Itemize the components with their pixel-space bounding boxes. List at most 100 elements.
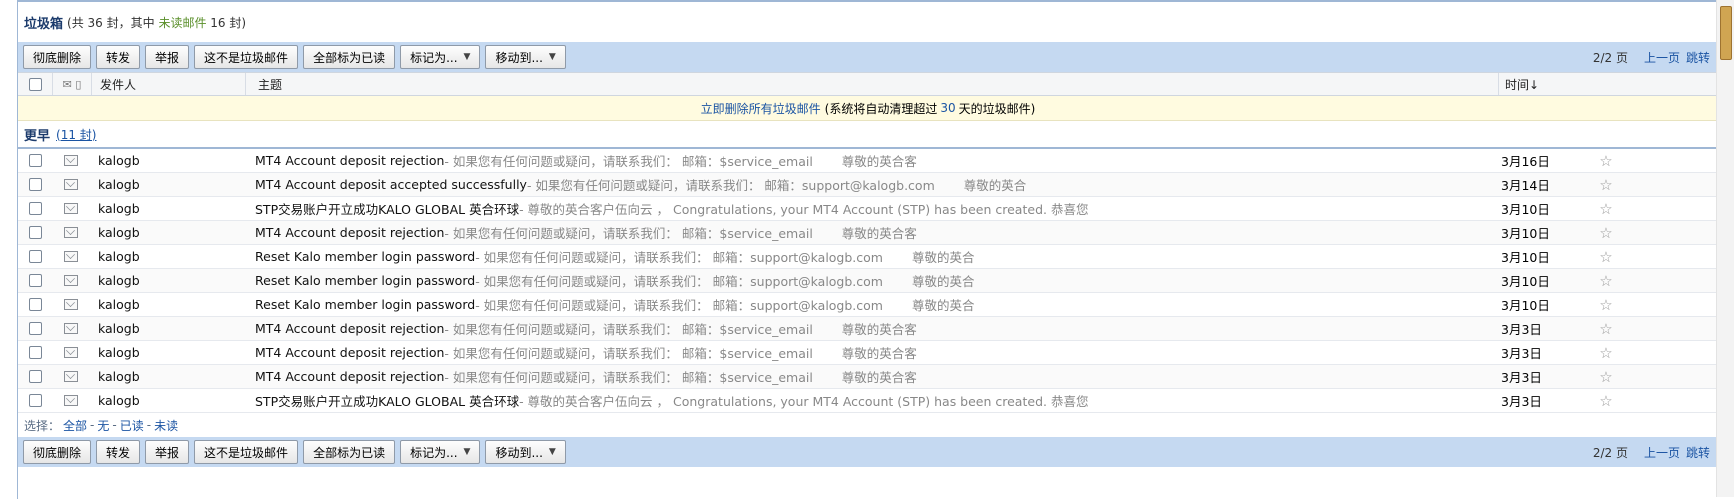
row-checkbox[interactable] [28,226,42,239]
email-row[interactable]: kalogb Reset Kalo member login password -… [18,293,1718,317]
jump-link[interactable]: 跳转 [1686,444,1710,461]
star-icon[interactable]: ☆ [1599,152,1612,170]
star-icon[interactable]: ☆ [1599,320,1612,338]
row-subject-cell[interactable]: STP交易账户开立成功KALO GLOBAL 英合环球 - 尊敬的英合客户伍向云… [243,389,1495,412]
row-checkbox[interactable] [28,202,42,215]
email-row[interactable]: kalogb STP交易账户开立成功KALO GLOBAL 英合环球 - 尊敬的英… [18,197,1718,221]
forward-button[interactable]: 转发 [96,440,141,464]
email-row[interactable]: kalogb STP交易账户开立成功KALO GLOBAL 英合环球 - 尊敬的英… [18,389,1718,413]
row-checkbox[interactable] [28,394,42,407]
group-count[interactable]: (11 封) [56,126,96,143]
scrollbar-thumb[interactable] [1720,6,1732,60]
row-subject-cell[interactable]: MT4 Account deposit rejection - 如果您有任何问题… [243,341,1495,364]
row-sender[interactable]: kalogb [90,365,243,388]
select-none-link[interactable]: 无 [97,417,109,434]
row-subject[interactable]: Reset Kalo member login password [255,297,475,312]
row-subject[interactable]: MT4 Account deposit accepted successfull… [255,177,527,192]
not-spam-button[interactable]: 这不是垃圾邮件 [194,45,299,69]
row-checkbox[interactable] [28,346,42,359]
row-subject-cell[interactable]: MT4 Account deposit accepted successfull… [243,173,1495,196]
star-icon[interactable]: ☆ [1599,344,1612,362]
row-subject-cell[interactable]: MT4 Account deposit rejection - 如果您有任何问题… [243,221,1495,244]
row-subject[interactable]: MT4 Account deposit rejection [255,369,444,384]
move-to-dropdown[interactable]: 移动到... ▼ [485,45,566,69]
select-all-link[interactable]: 全部 [63,417,87,434]
row-subject[interactable]: MT4 Account deposit rejection [255,321,444,336]
star-icon[interactable]: ☆ [1599,272,1612,290]
email-row[interactable]: kalogb MT4 Account deposit accepted succe… [18,173,1718,197]
row-sender[interactable]: kalogb [90,341,243,364]
star-icon[interactable]: ☆ [1599,296,1612,314]
not-spam-button[interactable]: 这不是垃圾邮件 [194,440,299,464]
row-subject[interactable]: MT4 Account deposit rejection [255,153,444,168]
row-sender[interactable]: kalogb [90,389,243,412]
row-sender[interactable]: kalogb [90,269,243,292]
row-checkbox[interactable] [28,370,42,383]
mark-as-dropdown[interactable]: 标记为... ▼ [400,440,481,464]
email-row[interactable]: kalogb MT4 Account deposit rejection - 如果… [18,221,1718,245]
jump-link[interactable]: 跳转 [1686,49,1710,66]
email-row[interactable]: kalogb Reset Kalo member login password -… [18,269,1718,293]
delete-permanently-button[interactable]: 彻底删除 [23,440,92,464]
star-icon[interactable]: ☆ [1599,176,1612,194]
row-sender[interactable]: kalogb [90,245,243,268]
star-icon[interactable]: ☆ [1599,224,1612,242]
mark-as-dropdown[interactable]: 标记为... ▼ [400,45,481,69]
row-check-cell [18,226,52,239]
mark-all-read-button[interactable]: 全部标为已读 [303,440,396,464]
row-subject-cell[interactable]: STP交易账户开立成功KALO GLOBAL 英合环球 - 尊敬的英合客户伍向云… [243,197,1495,220]
email-row[interactable]: kalogb Reset Kalo member login password -… [18,245,1718,269]
row-subject[interactable]: STP交易账户开立成功KALO GLOBAL 英合环球 [255,391,519,410]
prev-page-link[interactable]: 上一页 [1644,49,1680,66]
email-row[interactable]: kalogb MT4 Account deposit rejection - 如果… [18,317,1718,341]
row-sender[interactable]: kalogb [90,197,243,220]
row-subject-cell[interactable]: Reset Kalo member login password - 如果您有任… [243,245,1495,268]
delete-permanently-button[interactable]: 彻底删除 [23,45,92,69]
row-checkbox[interactable] [28,154,42,167]
row-checkbox[interactable] [28,250,42,263]
star-icon[interactable]: ☆ [1599,392,1612,410]
move-to-dropdown[interactable]: 移动到... ▼ [485,440,566,464]
row-subject[interactable]: MT4 Account deposit rejection [255,345,444,360]
time-header[interactable]: 时间↓ [1498,73,1590,95]
row-sender[interactable]: kalogb [90,317,243,340]
star-icon[interactable]: ☆ [1599,200,1612,218]
email-row[interactable]: kalogb MT4 Account deposit rejection - 如果… [18,341,1718,365]
row-subject-cell[interactable]: MT4 Account deposit rejection - 如果您有任何问题… [243,365,1495,388]
email-row[interactable]: kalogb MT4 Account deposit rejection - 如果… [18,149,1718,173]
delete-all-spam-link[interactable]: 立即删除所有垃圾邮件 [701,100,821,117]
row-subject-cell[interactable]: MT4 Account deposit rejection - 如果您有任何问题… [243,317,1495,340]
select-unread-link[interactable]: 未读 [154,417,178,434]
select-all-checkbox[interactable] [28,77,42,91]
row-subject[interactable]: MT4 Account deposit rejection [255,225,444,240]
subject-header[interactable]: 主题 [245,73,1498,95]
star-icon[interactable]: ☆ [1599,248,1612,266]
email-row[interactable]: kalogb MT4 Account deposit rejection - 如果… [18,365,1718,389]
row-checkbox[interactable] [28,298,42,311]
unread-label[interactable]: 未读邮件 [158,16,206,30]
row-sender[interactable]: kalogb [90,221,243,244]
select-read-link[interactable]: 已读 [120,417,144,434]
row-sender[interactable]: kalogb [90,149,243,172]
vertical-scrollbar[interactable] [1716,0,1734,497]
row-checkbox[interactable] [28,322,42,335]
report-button[interactable]: 举报 [145,45,190,69]
row-sender[interactable]: kalogb [90,173,243,196]
sender-header[interactable]: 发件人 [91,73,245,95]
row-subject-cell[interactable]: MT4 Account deposit rejection - 如果您有任何问题… [243,149,1495,172]
row-checkbox[interactable] [28,178,42,191]
row-subject[interactable]: STP交易账户开立成功KALO GLOBAL 英合环球 [255,199,519,218]
star-icon[interactable]: ☆ [1599,368,1612,386]
report-button[interactable]: 举报 [145,440,190,464]
row-checkbox[interactable] [28,274,42,287]
row-subject-cell[interactable]: Reset Kalo member login password - 如果您有任… [243,293,1495,316]
mark-all-read-button[interactable]: 全部标为已读 [303,45,396,69]
prev-page-link[interactable]: 上一页 [1644,444,1680,461]
row-status-cell [52,245,90,268]
row-sender[interactable]: kalogb [90,293,243,316]
forward-button[interactable]: 转发 [96,45,141,69]
row-subject[interactable]: Reset Kalo member login password [255,249,475,264]
row-subject-cell[interactable]: Reset Kalo member login password - 如果您有任… [243,269,1495,292]
read-status-header[interactable]: ✉ ▯ [52,73,91,95]
row-subject[interactable]: Reset Kalo member login password [255,273,475,288]
